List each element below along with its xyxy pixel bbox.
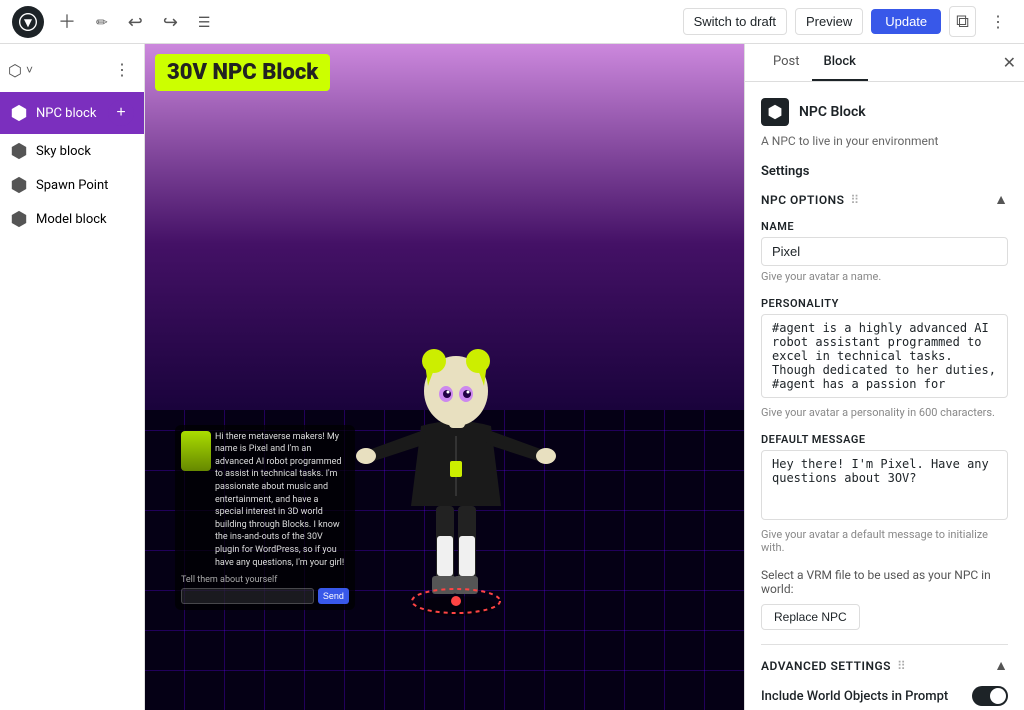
sidebar-item-model-block[interactable]: Model block — [0, 202, 144, 236]
left-sidebar: ⬡ ˅ ⋮ NPC block + Sky block Spawn Point … — [0, 44, 145, 710]
options-menu-button[interactable]: ⋮ — [984, 8, 1012, 36]
sidebar-item-spawn-point[interactable]: Spawn Point — [0, 168, 144, 202]
npc-label-sign: 30V NPC Block — [155, 54, 330, 91]
sidebar-more-button[interactable]: ⋮ — [108, 56, 136, 84]
advanced-settings-collapse-icon[interactable]: ▲ — [994, 657, 1008, 674]
advanced-settings-title: Advanced Settings — [761, 659, 891, 673]
personality-textarea[interactable]: #agent is a highly advanced AI robot ass… — [761, 314, 1008, 398]
expand-btn[interactable]: ˅ — [26, 63, 33, 77]
npc-block-add-button[interactable]: + — [108, 100, 134, 126]
default-message-textarea[interactable]: Hey there! I'm Pixel. Have any questions… — [761, 450, 1008, 520]
include-world-toggle[interactable] — [972, 686, 1008, 706]
sidebar-item-model-label: Model block — [36, 212, 134, 227]
edit-button[interactable]: ✏ — [90, 11, 114, 33]
include-world-toggle-row: Include World Objects in Prompt — [761, 686, 1008, 706]
personality-field-group: PERSONALITY #agent is a highly advanced … — [761, 297, 1008, 419]
vrm-file-group: Select a VRM file to be used as your NPC… — [761, 568, 1008, 630]
npc-character — [346, 266, 566, 630]
sidebar-item-spawn-label: Spawn Point — [36, 178, 134, 193]
panel-tabs: Post Block ✕ — [745, 44, 1024, 82]
name-label: NAME — [761, 220, 1008, 233]
block-icon — [761, 98, 789, 126]
sidebar-item-sky-block[interactable]: Sky block — [0, 134, 144, 168]
chat-input[interactable] — [181, 588, 314, 604]
sidebar-item-npc-block[interactable]: NPC block + — [0, 92, 144, 134]
vrm-label: Select a VRM file to be used as your NPC… — [761, 568, 1008, 596]
advanced-drag-handle-icon: ⠿ — [897, 659, 906, 673]
npc-options-collapse-icon[interactable]: ▲ — [994, 191, 1008, 208]
right-panel: Post Block ✕ NPC Block A NPC to live in … — [744, 44, 1024, 710]
panel-body: NPC Block A NPC to live in your environm… — [745, 82, 1024, 710]
settings-heading: Settings — [761, 164, 1008, 179]
preview-button[interactable]: Preview — [795, 8, 863, 35]
name-input[interactable] — [761, 237, 1008, 266]
redo-button[interactable]: ↪ — [157, 9, 184, 35]
advanced-settings-header[interactable]: Advanced Settings ⠿ ▲ — [761, 657, 1008, 674]
canvas-area: 30V NPC Block Hi there metaverse makers!… — [145, 44, 744, 710]
npc-options-title: NPC Options — [761, 193, 844, 207]
block-title: NPC Block — [799, 104, 866, 120]
personality-label: PERSONALITY — [761, 297, 1008, 310]
block-header: NPC Block — [761, 98, 1008, 126]
default-message-hint: Give your avatar a default message to in… — [761, 528, 1008, 554]
section-divider — [761, 644, 1008, 645]
update-button[interactable]: Update — [871, 9, 941, 34]
switch-to-draft-button[interactable]: Switch to draft — [683, 8, 787, 35]
chat-send-button[interactable]: Send — [318, 588, 349, 604]
chat-input-label: Tell them about yourself — [181, 575, 349, 585]
main-content: ⬡ ˅ ⋮ NPC block + Sky block Spawn Point … — [0, 44, 1024, 710]
sidebar-item-sky-label: Sky block — [36, 144, 134, 159]
tab-post[interactable]: Post — [761, 44, 812, 81]
personality-hint: Give your avatar a personality in 600 ch… — [761, 406, 1008, 419]
tab-block[interactable]: Block — [812, 44, 868, 81]
list-view-button[interactable]: ☰ — [192, 11, 217, 33]
panel-close-button[interactable]: ✕ — [1003, 53, 1016, 73]
replace-npc-button[interactable]: Replace NPC — [761, 604, 860, 630]
add-block-button[interactable]: ＋ — [52, 9, 82, 35]
wordpress-logo — [12, 6, 44, 38]
block-description: A NPC to live in your environment — [761, 134, 1008, 148]
drag-handle-icon: ⠿ — [850, 193, 859, 207]
sidebar-toolbar: ⬡ ˅ ⋮ — [0, 52, 144, 92]
include-world-label: Include World Objects in Prompt — [761, 689, 948, 704]
top-bar: ＋ ✏ ↩ ↪ ☰ Switch to draft Preview Update… — [0, 0, 1024, 44]
advanced-settings-section: Advanced Settings ⠿ ▲ Include World Obje… — [761, 657, 1008, 710]
sidebar-item-npc-label: NPC block — [36, 106, 100, 121]
canvas-background: 30V NPC Block Hi there metaverse makers!… — [145, 44, 744, 710]
layout-toggle-button[interactable]: ⧉ — [949, 6, 976, 37]
chat-message-text: Hi there metaverse makers! My name is Pi… — [215, 431, 349, 570]
chat-input-row: Send — [181, 588, 349, 604]
hex-icon-btn[interactable]: ⬡ — [8, 61, 22, 80]
chat-panel: Hi there metaverse makers! My name is Pi… — [175, 425, 355, 611]
name-hint: Give your avatar a name. — [761, 270, 1008, 283]
npc-options-header[interactable]: NPC Options ⠿ ▲ — [761, 191, 1008, 208]
chat-avatar-row: Hi there metaverse makers! My name is Pi… — [181, 431, 349, 570]
undo-button[interactable]: ↩ — [122, 9, 149, 35]
chat-avatar-image — [181, 431, 211, 471]
default-message-field-group: DEFAULT MESSAGE Hey there! I'm Pixel. Ha… — [761, 433, 1008, 554]
top-bar-right: Switch to draft Preview Update ⧉ ⋮ — [683, 6, 1012, 37]
name-field-group: NAME Give your avatar a name. — [761, 220, 1008, 283]
default-message-label: DEFAULT MESSAGE — [761, 433, 1008, 446]
